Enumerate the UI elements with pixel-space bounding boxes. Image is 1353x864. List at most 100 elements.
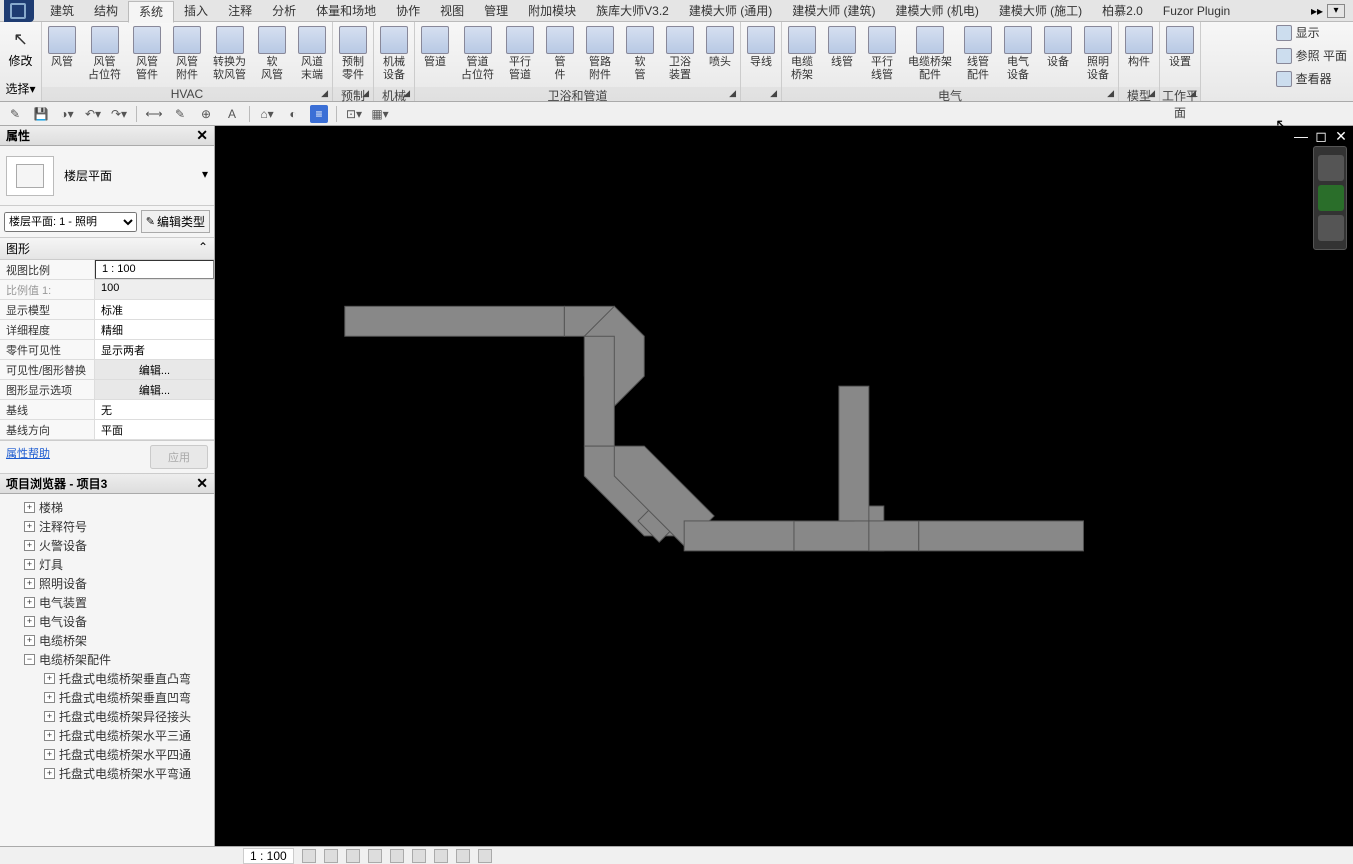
ribbon-btn-3-6[interactable]: 卫浴装置	[660, 22, 700, 86]
ribbon-btn-5-7[interactable]: 照明设备	[1078, 22, 1118, 86]
prop-row[interactable]: 可见性/图形替换编辑...	[0, 360, 214, 380]
undo-icon[interactable]: ↶▾	[84, 105, 102, 123]
tab-9[interactable]: 管理	[474, 1, 518, 21]
ribbon-btn-1-0[interactable]: 预制零件	[333, 22, 373, 86]
ribbon-btn-3-7[interactable]: 喷头	[700, 22, 740, 73]
status-icon[interactable]	[478, 849, 492, 863]
prop-row[interactable]: 详细程度精细	[0, 320, 214, 340]
tab-6[interactable]: 体量和场地	[306, 1, 386, 21]
ribbon-btn-3-5[interactable]: 软管	[620, 22, 660, 86]
ribbon-btn-3-1[interactable]: 管道占位符	[455, 22, 500, 86]
ribbon-btn-3-3[interactable]: 管件	[540, 22, 580, 86]
3d-icon[interactable]: ⌂▾	[258, 105, 276, 123]
switch-win-icon[interactable]: ▦▾	[371, 105, 389, 123]
open-icon[interactable]: ✎	[6, 105, 24, 123]
ribbon-btn-5-6[interactable]: 设备	[1038, 22, 1078, 73]
ribbon-btn-0-3[interactable]: 风管附件	[167, 22, 207, 86]
ribbon-btn-3-2[interactable]: 平行管道	[500, 22, 540, 86]
measure-icon[interactable]: ⟷	[145, 105, 163, 123]
ribbon-btn-7-0[interactable]: 设置	[1160, 22, 1200, 73]
ribbon-btn-5-0[interactable]: 电缆桥架	[782, 22, 822, 86]
ribbon-btn-0-6[interactable]: 风道末端	[292, 22, 332, 86]
tab-overflow[interactable]: ▸▸▾	[1307, 4, 1353, 18]
ribbon-btn-5-2[interactable]: 平行线管	[862, 22, 902, 86]
ribbon-btn-0-2[interactable]: 风管管件	[127, 22, 167, 86]
tree-node[interactable]: +托盘式电缆桥架异径接头	[2, 707, 212, 726]
ribbon-btn-0-0[interactable]: 风管	[42, 22, 82, 73]
status-icon[interactable]	[324, 849, 338, 863]
thin-lines-icon[interactable]: ≡	[310, 105, 328, 123]
tree-node[interactable]: +楼梯	[2, 498, 212, 517]
tree-node[interactable]: +托盘式电缆桥架水平三通	[2, 726, 212, 745]
tree-node[interactable]: +电缆桥架	[2, 631, 212, 650]
tab-3[interactable]: 插入	[174, 1, 218, 21]
prop-row[interactable]: 基线无	[0, 400, 214, 420]
ribbon-group-label[interactable]: 模型◢	[1119, 87, 1159, 101]
ribbon-group-label[interactable]: 工作平面◢	[1160, 87, 1200, 101]
ribbon-group-label[interactable]: HVAC◢	[42, 87, 332, 101]
tab-16[interactable]: 柏慕2.0	[1092, 1, 1153, 21]
tree-node[interactable]: +照明设备	[2, 574, 212, 593]
tab-11[interactable]: 族库大师V3.2	[586, 1, 679, 21]
prop-row[interactable]: 图形显示选项编辑...	[0, 380, 214, 400]
ribbon-btn-5-1[interactable]: 线管	[822, 22, 862, 73]
close-hidden-icon[interactable]: ⊡▾	[345, 105, 363, 123]
tab-10[interactable]: 附加模块	[518, 1, 586, 21]
edit-type-button[interactable]: ✎ 编辑类型	[141, 210, 210, 233]
properties-help-link[interactable]: 属性帮助	[6, 445, 50, 469]
tree-node[interactable]: +灯具	[2, 555, 212, 574]
close-icon[interactable]: ✕	[196, 475, 208, 492]
ribbon-btn-3-0[interactable]: 管道	[415, 22, 455, 73]
tab-8[interactable]: 视图	[430, 1, 474, 21]
type-selector[interactable]: 楼层平面▾	[64, 167, 208, 184]
prop-row[interactable]: 视图比例1 : 100	[0, 260, 214, 280]
prop-row[interactable]: 显示模型标准	[0, 300, 214, 320]
tab-1[interactable]: 结构	[84, 1, 128, 21]
ribbon-btn-0-1[interactable]: 风管占位符	[82, 22, 127, 86]
tab-2[interactable]: 系统	[128, 1, 174, 23]
tab-13[interactable]: 建模大师 (建筑)	[782, 1, 885, 21]
ribbon-btn-5-4[interactable]: 线管配件	[958, 22, 998, 86]
status-icon[interactable]	[456, 849, 470, 863]
prop-row[interactable]: 零件可见性显示两者	[0, 340, 214, 360]
ribbon-btn-4-0[interactable]: 导线	[741, 22, 781, 73]
status-icon[interactable]	[434, 849, 448, 863]
ribbon-btn-5-3[interactable]: 电缆桥架配件	[902, 22, 958, 86]
tree-node[interactable]: +火警设备	[2, 536, 212, 555]
tab-5[interactable]: 分析	[262, 1, 306, 21]
status-icon[interactable]	[368, 849, 382, 863]
prop-row[interactable]: 基线方向平面	[0, 420, 214, 440]
close-icon[interactable]: ✕	[196, 127, 208, 144]
tab-15[interactable]: 建模大师 (施工)	[989, 1, 1092, 21]
ribbon-btn-0-4[interactable]: 转换为软风管	[207, 22, 252, 86]
prop-row[interactable]: 比例值 1:100	[0, 280, 214, 300]
ribbon-btn-0-5[interactable]: 软风管	[252, 22, 292, 86]
section-icon[interactable]: ◐	[284, 105, 302, 123]
tab-7[interactable]: 协作	[386, 1, 430, 21]
ribbon-group-label[interactable]: ◢	[741, 87, 781, 101]
tree-node[interactable]: +托盘式电缆桥架水平四通	[2, 745, 212, 764]
ref-plane-button[interactable]: 参照 平面	[1276, 47, 1347, 64]
ribbon-btn-5-5[interactable]: 电气设备	[998, 22, 1038, 86]
status-icon[interactable]	[302, 849, 316, 863]
tab-17[interactable]: Fuzor Plugin	[1153, 1, 1240, 21]
tab-14[interactable]: 建模大师 (机电)	[886, 1, 989, 21]
ribbon-group-label[interactable]: 电气◢	[782, 87, 1118, 101]
status-icon[interactable]	[412, 849, 426, 863]
tree-node[interactable]: +托盘式电缆桥架垂直凹弯	[2, 688, 212, 707]
modify-tool[interactable]: ↖	[10, 26, 32, 52]
tree-node[interactable]: +电气装置	[2, 593, 212, 612]
ribbon-btn-3-4[interactable]: 管路附件	[580, 22, 620, 86]
apply-button[interactable]: 应用	[150, 445, 208, 469]
tree-node[interactable]: +托盘式电缆桥架垂直凸弯	[2, 669, 212, 688]
sync-icon[interactable]: ◑▾	[58, 105, 76, 123]
ribbon-group-label[interactable]: 机械◢	[374, 87, 414, 101]
instance-selector[interactable]: 楼层平面: 1 - 照明	[4, 212, 137, 232]
align-icon[interactable]: ✎	[171, 105, 189, 123]
tab-4[interactable]: 注释	[218, 1, 262, 21]
tree-node[interactable]: +电气设备	[2, 612, 212, 631]
dim-icon[interactable]: ⊕	[197, 105, 215, 123]
text-icon[interactable]: A	[223, 105, 241, 123]
graphics-section-header[interactable]: 图形⌃	[0, 238, 214, 260]
status-icon[interactable]	[390, 849, 404, 863]
